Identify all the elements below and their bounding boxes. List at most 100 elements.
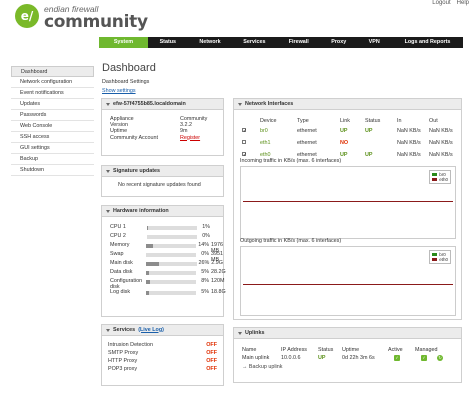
hardware-panel: Hardware information CPU 1 1% CPU 2 0% Memor… [101, 205, 226, 317]
sidebar-item-passwords[interactable]: Passwords [11, 110, 94, 121]
interface-checkbox[interactable] [242, 152, 246, 156]
collapse-arrow-icon[interactable] [106, 328, 110, 332]
incoming-traffic-graph: br0 eth0 [240, 166, 456, 239]
hardware-panel-header[interactable]: Hardware information [102, 206, 223, 217]
tab-proxy[interactable]: Proxy [321, 37, 357, 48]
service-label: POP3 proxy [108, 366, 138, 372]
host-panel-header[interactable]: efw-57f4755b85.localdomain [102, 99, 223, 110]
uplink-ip: 10.0.0.6 [281, 355, 301, 361]
outgoing-traffic-graph: br0 eth0 [240, 246, 456, 316]
show-settings-link[interactable]: Show settings [102, 88, 136, 94]
signature-panel-header[interactable]: Signature updates [102, 166, 223, 177]
header: e/ endian firewall community Logout Help [0, 0, 474, 34]
hardware-row: Log disk 5% 18.8G [110, 289, 226, 299]
uplink-uptime: 0d 22h 3m 6s [342, 355, 375, 361]
col-status: Status [365, 118, 381, 124]
out-rate: NaN KB/s [429, 140, 453, 146]
host-panel: efw-57f4755b85.localdomain Appliance Comm… [101, 98, 224, 156]
collapse-arrow-icon[interactable] [106, 169, 110, 173]
service-status[interactable]: OFF [206, 357, 217, 365]
legend-label: eth0 [439, 257, 448, 262]
col-name: Name [242, 347, 257, 353]
link-status: UP [340, 152, 348, 158]
service-status[interactable]: OFF [206, 341, 217, 349]
uplinks-panel: Uplinks Name IP Address Status Uptime Ac… [233, 327, 462, 383]
sidebar-item-event-notifications[interactable]: Event notifications [11, 88, 94, 99]
uplink-name: Main uplink [242, 355, 270, 361]
hardware-label: Log disk [110, 289, 131, 295]
col-active: Active [388, 347, 403, 353]
device-status: UP [365, 152, 373, 158]
endian-logo-icon[interactable]: e/ [15, 4, 39, 28]
usage-size [210, 225, 223, 234]
collapse-arrow-icon[interactable] [238, 331, 242, 335]
signature-panel-title: Signature updates [113, 167, 161, 174]
help-link[interactable]: Help [457, 0, 469, 6]
backup-uplink-link[interactable]: → Backup uplink [242, 363, 461, 371]
legend-label: eth0 [439, 177, 448, 182]
hardware-panel-title: Hardware information [113, 207, 169, 214]
sidebar-item-updates[interactable]: Updates [11, 99, 94, 110]
sidebar-item-dashboard[interactable]: Dashboard [11, 66, 94, 77]
page-subtitle: Dashboard Settings [102, 79, 150, 85]
usage-bar-fill [146, 271, 149, 275]
live-log-link[interactable]: (Live Log) [138, 325, 164, 336]
usage-bar [146, 244, 197, 248]
col-uptime: Uptime [342, 347, 360, 353]
collapse-arrow-icon[interactable] [106, 209, 110, 213]
tab-system[interactable]: System [99, 37, 148, 48]
active-check-icon[interactable]: ✓ [394, 355, 400, 361]
col-device: Device [260, 118, 277, 124]
device-status [365, 137, 397, 149]
device-type: ethernet [297, 128, 317, 134]
sidebar-item-ssh-access[interactable]: SSH access [11, 132, 94, 143]
signature-updates-panel: Signature updates No recent signature up… [101, 165, 224, 197]
service-status[interactable]: OFF [206, 365, 217, 373]
tab-logs-and-reports[interactable]: Logs and Reports [392, 37, 463, 48]
service-label: SMTP Proxy [108, 350, 139, 356]
collapse-arrow-icon[interactable] [106, 102, 110, 106]
service-status[interactable]: OFF [206, 349, 217, 357]
col-out: Out [429, 118, 438, 124]
reconnect-icon[interactable]: ↻ [437, 355, 443, 361]
usage-percent: 5% [201, 289, 209, 295]
tab-network[interactable]: Network [188, 37, 232, 48]
device-name: eth1 [260, 140, 271, 146]
usage-bar-fill [146, 244, 154, 248]
sidebar-item-web-console[interactable]: Web Console [11, 121, 94, 132]
table-row: Main uplink 10.0.0.6 UP 0d 22h 3m 6s ✓ ✓… [242, 354, 461, 363]
outgoing-traffic-title: Outgoing traffic in KB/s (max. 6 interfa… [240, 238, 342, 244]
service-label: Intrusion Detection [108, 342, 153, 348]
table-row: eth1 ethernet NO NaN KB/s NaN KB/s [242, 137, 461, 149]
usage-size: 18.8G [211, 289, 226, 295]
device-type: ethernet [297, 140, 317, 146]
tab-firewall[interactable]: Firewall [277, 37, 321, 48]
interfaces-panel-header[interactable]: Network Interfaces [234, 99, 461, 110]
tab-services[interactable]: Services [232, 37, 276, 48]
uplink-status: UP [318, 355, 326, 361]
tab-status[interactable]: Status [148, 37, 188, 48]
sidebar-item-backup[interactable]: Backup [11, 154, 94, 165]
sidebar-item-shutdown[interactable]: Shutdown [11, 165, 94, 176]
uplinks-panel-header[interactable]: Uplinks [234, 328, 461, 339]
network-interfaces-panel: Network Interfaces Device Type Link Stat… [233, 98, 462, 320]
collapse-arrow-icon[interactable] [238, 102, 242, 106]
sidebar-item-gui-settings[interactable]: GUI settings [11, 143, 94, 154]
interface-checkbox[interactable] [242, 140, 246, 144]
services-panel-header[interactable]: Services (Live Log) [102, 325, 223, 336]
interface-checkbox[interactable] [242, 128, 246, 132]
logout-link[interactable]: Logout [432, 0, 450, 6]
in-rate: NaN KB/s [397, 128, 421, 134]
legend-swatch-br0 [432, 253, 438, 256]
usage-bar-fill [146, 280, 151, 284]
in-rate: NaN KB/s [397, 140, 421, 146]
usage-bar [146, 235, 198, 239]
legend-swatch-br0 [432, 173, 438, 176]
host-panel-title: efw-57f4755b85.localdomain [113, 100, 186, 107]
sidebar-item-network-configuration[interactable]: Network configuration [11, 77, 94, 88]
device-name: br0 [260, 128, 268, 134]
tab-vpn[interactable]: VPN [356, 37, 392, 48]
sidebar: Dashboard Network configuration Event no… [11, 66, 94, 176]
register-link[interactable]: Register [180, 135, 200, 141]
managed-check-icon[interactable]: ✓ [421, 355, 427, 361]
